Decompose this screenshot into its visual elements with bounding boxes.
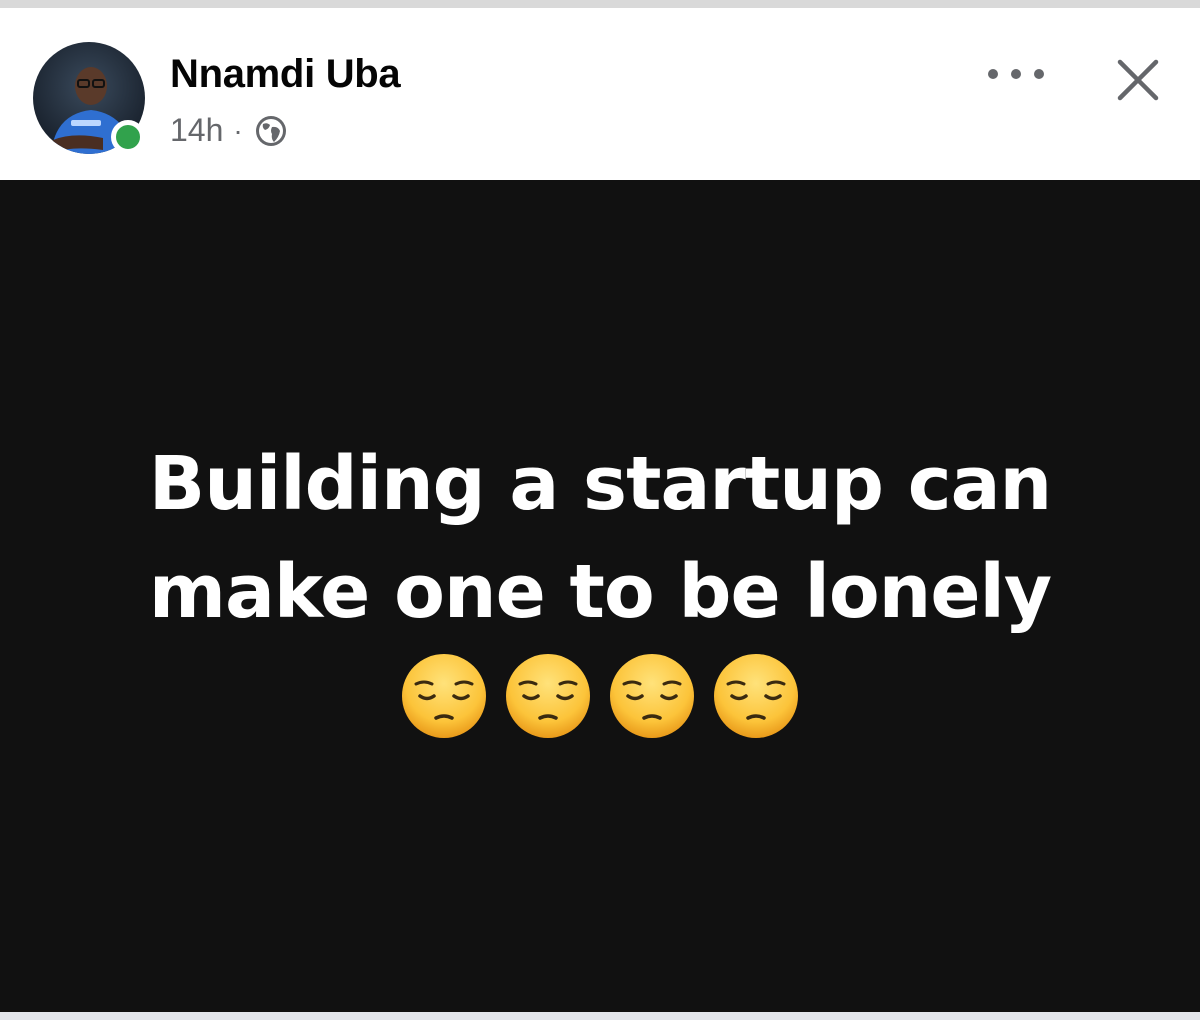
online-status-dot [111, 120, 145, 154]
post-meta: 14h · [170, 112, 289, 149]
post-time[interactable]: 14h [170, 112, 223, 149]
pensive-face-icon [714, 654, 798, 738]
pensive-face-icon [506, 654, 590, 738]
close-icon[interactable] [1112, 54, 1164, 106]
bottom-divider [0, 1012, 1200, 1020]
top-divider [0, 0, 1200, 8]
pensive-face-icon [610, 654, 694, 738]
post-header: Nnamdi Uba 14h · [0, 8, 1200, 180]
meta-separator: · [233, 114, 243, 146]
more-options-icon[interactable] [988, 60, 1044, 88]
pensive-face-icon [402, 654, 486, 738]
emoji-row [400, 652, 800, 740]
globe-icon[interactable] [253, 113, 289, 149]
post-text: Building a startup can make one to be lo… [148, 441, 1052, 635]
author-avatar[interactable] [33, 42, 145, 154]
author-name[interactable]: Nnamdi Uba [170, 52, 401, 97]
